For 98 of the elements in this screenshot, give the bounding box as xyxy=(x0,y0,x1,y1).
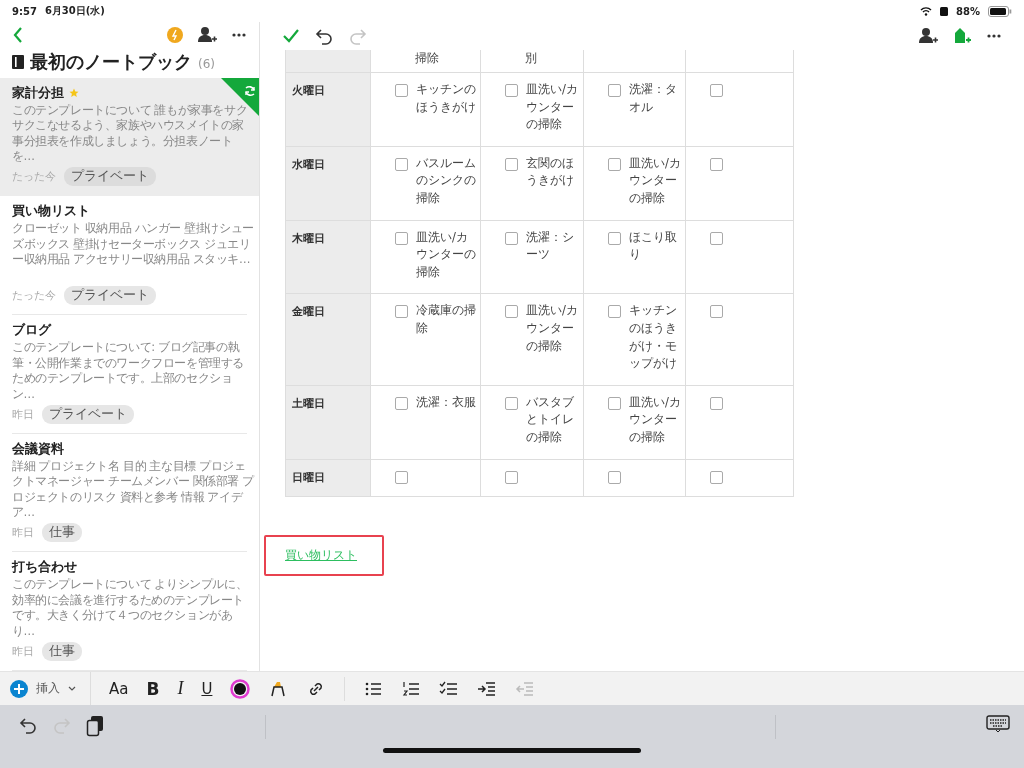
tag-add-icon[interactable] xyxy=(952,26,972,46)
day-cell: 水曜日 xyxy=(286,146,371,221)
note-item[interactable]: ブログ このテンプレートについて: ブログ記事の執筆・公開作業までのワークフローを管理するためのテンプレートです。上部のセクション… 昨日 プライベート xyxy=(0,315,259,434)
task-checkbox[interactable] xyxy=(505,470,518,484)
task-text: 皿洗い/カウンターの掃除 xyxy=(526,81,579,134)
task-text: 皿洗い/カウンターの掃除 xyxy=(629,154,681,207)
note-tag: 仕事 xyxy=(42,641,82,661)
more-icon[interactable] xyxy=(986,33,1002,39)
note-count: (6) xyxy=(198,56,215,71)
note-title: 買い物リスト xyxy=(12,202,90,221)
note-title: 会議資料 xyxy=(12,439,64,458)
task-checkbox[interactable] xyxy=(395,157,408,171)
color-picker-icon[interactable] xyxy=(230,678,251,699)
task-text: 別 xyxy=(525,50,538,67)
task-checkbox[interactable] xyxy=(395,231,408,245)
task-text: 洗濯：シーツ xyxy=(526,228,575,264)
task-checkbox[interactable] xyxy=(608,231,621,245)
note-tag: プライベート xyxy=(64,167,156,187)
task-text: 玄関のほうきがけ xyxy=(526,154,575,190)
back-icon[interactable] xyxy=(12,25,24,44)
notebook-title: 最初のノートブック xyxy=(30,49,192,74)
task-checkbox[interactable] xyxy=(395,470,408,484)
task-checkbox[interactable] xyxy=(505,305,518,319)
note-title: ブログ xyxy=(12,321,51,339)
note-snippet: このテンプレートについて 誰もが家事をサクサクこなせるよう、家族やハウスメイトの家事分担表を作成しましょう。分担表ノートを… xyxy=(12,102,249,165)
note-date: 昨日 xyxy=(12,406,34,422)
day-cell: 金曜日 xyxy=(286,294,371,386)
note-tag: 仕事 xyxy=(42,523,82,543)
done-check-icon[interactable] xyxy=(282,28,300,44)
add-person-icon[interactable] xyxy=(918,26,938,46)
notebook-icon xyxy=(12,53,24,70)
insert-plus-icon[interactable] xyxy=(10,679,28,698)
font-size-button[interactable]: Aa xyxy=(109,679,129,698)
task-checkbox[interactable] xyxy=(608,470,621,484)
note-date: 昨日 xyxy=(12,643,34,659)
note-snippet: クローゼット 収納用品 ハンガー 壁掛けシューズボックス 壁掛けセーターボックス ジュエリー収納用品 アクセサリー収納用品 スタッキ… xyxy=(12,221,254,268)
task-text: 掃除 xyxy=(415,50,440,67)
keyboard-icon[interactable] xyxy=(986,715,1010,733)
task-checkbox[interactable] xyxy=(608,84,621,97)
bold-button[interactable]: B xyxy=(146,678,160,699)
task-checkbox[interactable] xyxy=(505,157,518,171)
insert-label[interactable]: 挿入 xyxy=(36,681,60,696)
task-checkbox[interactable] xyxy=(710,396,723,410)
more-icon[interactable] xyxy=(231,31,247,38)
task-checkbox[interactable] xyxy=(395,396,408,410)
note-date: 昨日 xyxy=(12,525,34,541)
note-snippet: 詳細 プロジェクト名 目的 主な目標 プロジェクトマネージャー チームメンバー 関係部署 プロジェクトのリスク 資料と参考 情報 アイデア… xyxy=(12,458,254,521)
task-checkbox[interactable] xyxy=(710,470,723,484)
task-checkbox[interactable] xyxy=(395,84,408,97)
task-text: キッチンのほうきがけ xyxy=(416,81,476,116)
note-tag: プライベート xyxy=(42,404,134,424)
note-title: 家計分担 xyxy=(12,83,64,102)
task-text: 洗濯：衣服 xyxy=(416,393,476,411)
note-item[interactable]: 会議資料 詳細 プロジェクト名 目的 主な目標 プロジェクトマネージャー チームメンバー 関係部署 プロジェクトのリスク 資料と参考 情報 アイデア… 昨日 仕事 xyxy=(0,433,259,553)
status-time: 9:57 xyxy=(12,5,37,17)
caret-icon[interactable] xyxy=(68,685,76,692)
task-checkbox[interactable] xyxy=(710,231,723,245)
task-checkbox[interactable] xyxy=(505,231,518,245)
task-checkbox[interactable] xyxy=(608,157,621,171)
note-item[interactable]: 買い物リスト クローゼット 収納用品 ハンガー 壁掛けシューズボックス 壁掛けセーターボックス ジュエリー収納用品 アクセサリー収納用品 スタッキ… たった今 プライベート xyxy=(0,196,259,315)
note-title: 打ち合わせ xyxy=(12,558,77,577)
underline-button[interactable]: U xyxy=(201,679,213,698)
task-text: バスルームのシンクの掃除 xyxy=(416,154,476,207)
task-checkbox[interactable] xyxy=(710,84,723,97)
day-cell: 日曜日 xyxy=(286,459,371,497)
task-text: バスタブとトイレの掃除 xyxy=(526,393,575,446)
note-tag: プライベート xyxy=(64,286,156,305)
task-text: 洗濯：タオル xyxy=(629,81,678,116)
undo-icon[interactable] xyxy=(18,715,38,735)
task-text: ほこり取り xyxy=(629,228,678,264)
clipboard-icon[interactable] xyxy=(86,715,104,737)
task-checkbox[interactable] xyxy=(608,396,621,410)
task-checkbox[interactable] xyxy=(505,396,518,410)
task-checkbox[interactable] xyxy=(608,305,621,319)
note-date: たった今 xyxy=(12,288,56,303)
status-date: 6月30日(水) xyxy=(44,4,105,18)
undo-icon[interactable] xyxy=(314,26,334,46)
battery-percent: 88% xyxy=(956,5,980,17)
note-snippet: このテンプレートについて: ブログ記事の執筆・公開作業までのワークフローを管理するためのテンプレートです。上部のセクション… xyxy=(12,340,245,402)
task-checkbox[interactable] xyxy=(505,84,518,97)
day-cell: 火曜日 xyxy=(286,73,371,147)
task-text: キッチンのほうきがけ・モップがけ xyxy=(629,302,678,373)
italic-button[interactable]: I xyxy=(177,678,184,699)
wifi-icon xyxy=(920,6,933,16)
battery-icon xyxy=(988,5,1012,17)
day-cell: 木曜日 xyxy=(286,220,371,295)
add-person-icon[interactable] xyxy=(197,24,217,45)
note-item[interactable]: 打ち合わせ このテンプレートについて よりシンプルに、効率的に会議を進行するためのテンプレートです。大きく分けて４つのセクションがあり… 昨日 仕事 xyxy=(0,552,259,671)
day-cell: 土曜日 xyxy=(286,385,371,460)
task-checkbox[interactable] xyxy=(710,157,723,171)
task-text: 皿洗い/カウンターの掃除 xyxy=(416,228,476,281)
task-text: 皿洗い/カウンターの掃除 xyxy=(526,302,579,355)
task-checkbox[interactable] xyxy=(710,305,723,319)
note-snippet: このテンプレートについて よりシンプルに、効率的に会議を進行するためのテンプレートです。大きく分けて４つのセクションがあり… xyxy=(12,577,249,640)
task-text: 冷蔵庫の掃除 xyxy=(416,302,476,337)
task-checkbox[interactable] xyxy=(395,305,408,319)
task-text: 皿洗い/カウンターの掃除 xyxy=(629,393,681,446)
lightning-coin-icon[interactable] xyxy=(167,26,183,43)
